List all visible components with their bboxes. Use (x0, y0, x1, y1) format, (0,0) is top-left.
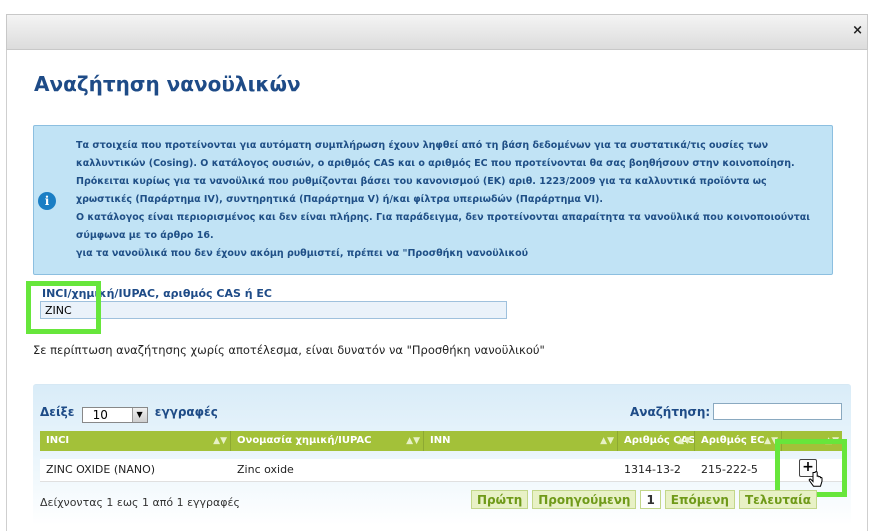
hand-cursor-icon (808, 471, 823, 487)
close-icon[interactable]: × (852, 23, 863, 38)
cell-inci: ZINC OXIDE (NANO) (46, 463, 156, 476)
cell-ec: 215-222-5 (701, 463, 758, 476)
cell-iupac: Zinc oxide (237, 463, 294, 476)
pager-first[interactable]: Πρώτη (471, 490, 529, 509)
info-line: χρωστικές (Παράρτημα IV), συντηρητικά (Π… (76, 194, 604, 205)
show-prefix: Δείξε (40, 405, 75, 419)
header-inci-label: INCI (46, 435, 70, 446)
info-line: Πρόκειται κυρίως για τα νανοϋλικά που ρυ… (76, 176, 767, 187)
no-result-hint: Σε περίπτωση αναζήτησης χωρίς αποτέλεσμα… (33, 343, 545, 357)
pagination: Πρώτη Προηγούμενη 1 Επόμενη Τελευταία (471, 490, 818, 509)
search-input[interactable] (40, 301, 507, 319)
dialog-titlebar: × (6, 14, 868, 50)
sort-icon: ▲▼ (677, 436, 691, 446)
sort-icon: ▲▼ (764, 436, 778, 446)
table-search-input[interactable] (713, 403, 842, 420)
show-suffix: εγγραφές (154, 405, 218, 419)
table-info: Δείχνοντας 1 εως 1 από 1 εγγραφές (40, 496, 240, 509)
table-search-label: Αναζήτηση: (630, 405, 711, 419)
header-inci[interactable]: INCI ▲▼ (40, 431, 231, 451)
sort-icon: ▲▼ (825, 436, 839, 446)
page-size-select[interactable]: 10 ▼ (81, 407, 148, 423)
header-inn[interactable]: INN ▲▼ (424, 431, 618, 451)
info-line: Ο κατάλογος είναι περιορισμένος και δεν … (76, 212, 810, 223)
header-ec-label: Αριθμός EC (701, 435, 765, 446)
page-title: Αναζήτηση νανοϋλικών (34, 72, 301, 96)
info-line: σύμφωνα με το άρθρο 16. (76, 230, 214, 241)
page-size-value: 10 (92, 408, 108, 422)
info-line: για τα νανοϋλικά που δεν έχουν ακόμη ρυθ… (76, 248, 529, 259)
chevron-down-icon[interactable]: ▼ (131, 408, 147, 422)
pager-next[interactable]: Επόμενη (664, 490, 735, 509)
page-size-control: Δείξε 10 ▼ εγγραφές (40, 405, 218, 423)
cell-cas: 1314-13-2 (624, 463, 681, 476)
info-box: i Τα στοιχεία που προτείνονται για αυτόμ… (33, 125, 833, 275)
info-icon: i (38, 192, 56, 210)
table-header: INCI ▲▼ Ονομασία χημική/IUPAC ▲▼ INN ▲▼ Αρι… (40, 431, 842, 451)
cell-inn (424, 459, 618, 481)
header-inn-label: INN (430, 435, 451, 446)
header-cas[interactable]: Αριθμός CAS ▲▼ (618, 431, 695, 451)
table-row[interactable]: ZINC OXIDE (NANO) Zinc oxide 1314-13-2 2… (40, 459, 842, 482)
pager-last[interactable]: Τελευταία (738, 490, 818, 509)
header-action[interactable]: ▲▼ (782, 431, 842, 451)
info-line: Τα στοιχεία που προτείνονται για αυτόματ… (76, 140, 769, 151)
header-iupac-label: Ονομασία χημική/IUPAC (237, 435, 372, 446)
sort-icon: ▲▼ (213, 436, 227, 446)
info-text: Τα στοιχεία που προτείνονται για αυτόματ… (76, 137, 826, 263)
pager-current[interactable]: 1 (640, 490, 661, 509)
info-line: καλλυντικών (Cosing). Ο κατάλογος ουσιών… (76, 158, 795, 169)
search-label: INCI/χημική/IUPAC, αριθμός CAS ή EC (42, 287, 272, 300)
header-ec[interactable]: Αριθμός EC ▲▼ (695, 431, 782, 451)
pager-prev[interactable]: Προηγούμενη (532, 490, 637, 509)
sort-icon: ▲▼ (600, 436, 614, 446)
sort-icon: ▲▼ (406, 436, 420, 446)
header-iupac[interactable]: Ονομασία χημική/IUPAC ▲▼ (231, 431, 424, 451)
